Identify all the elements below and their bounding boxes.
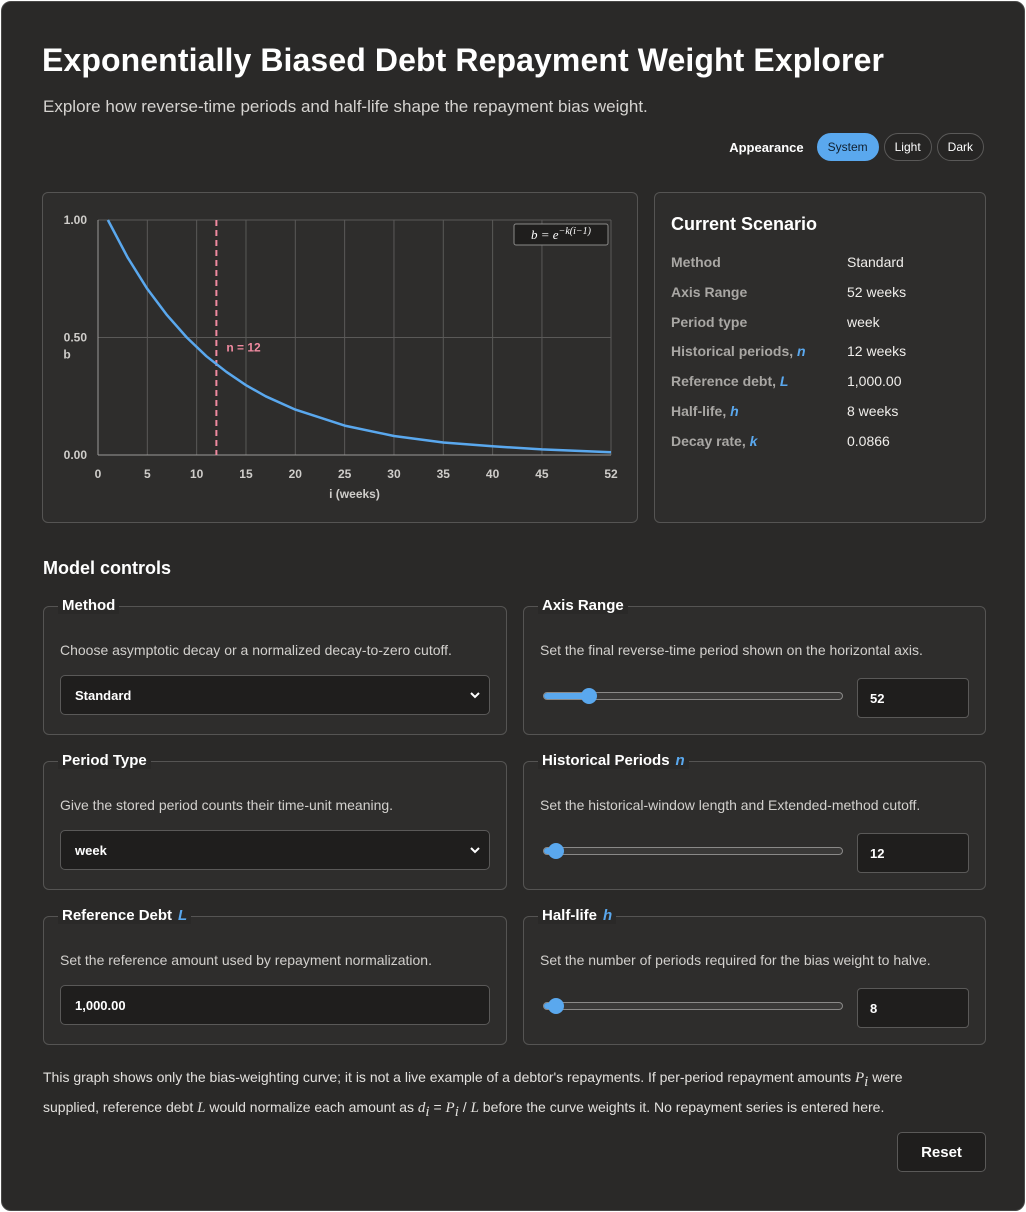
scenario-title: Current Scenario <box>671 214 818 234</box>
historical-periods-input[interactable]: 12 <box>857 833 969 873</box>
scenario-key: Decay rate, k <box>671 433 758 449</box>
footnote: This graph shows only the bias-weighting… <box>43 1069 903 1120</box>
appearance-light-button[interactable]: Light <box>883 133 932 161</box>
x-tick-label: 30 <box>387 467 401 481</box>
scenario-key: Reference debt, L <box>671 373 789 389</box>
x-tick-label: 45 <box>535 467 549 481</box>
scenario-symbol: L <box>776 373 789 389</box>
reference-debt-description: Set the reference amount used by repayme… <box>60 952 432 968</box>
scenario-key: Historical periods, n <box>671 343 806 359</box>
axis-range-slider[interactable] <box>543 688 843 704</box>
app-window: Exponentially Biased Debt Repayment Weig… <box>1 1 1025 1211</box>
half-life-control: Half-life h Set the number of periods req… <box>523 907 986 1045</box>
x-tick-label: 20 <box>289 467 303 481</box>
n-symbol: n <box>675 752 685 769</box>
page-subtitle: Explore how reverse-time periods and hal… <box>43 97 648 116</box>
y-axis-label: b <box>63 348 70 362</box>
x-tick-label: 40 <box>486 467 500 481</box>
scenario-value: 0.0866 <box>847 433 890 449</box>
y-tick-label: 0.50 <box>64 331 88 345</box>
appearance-label: Appearance <box>729 139 804 155</box>
axis-range-control: Axis Range Set the final reverse-time pe… <box>523 597 986 735</box>
scenario-value: Standard <box>847 254 904 270</box>
scenario-value: 8 weeks <box>847 403 899 419</box>
x-tick-label: 15 <box>239 467 253 481</box>
x-axis-label: i (weeks) <box>329 487 380 501</box>
method-control: Method Choose asymptotic decay or a norm… <box>43 597 507 735</box>
scenario-value: 12 weeks <box>847 343 907 359</box>
x-tick-label: 25 <box>338 467 352 481</box>
half-life-input[interactable]: 8 <box>857 988 969 1028</box>
scenario-value: 1,000.00 <box>847 373 902 389</box>
axis-range-input[interactable]: 52 <box>857 678 969 718</box>
scenario-value: week <box>847 314 880 330</box>
historical-periods-control: Historical Periods n Set the historical-w… <box>523 752 986 890</box>
x-tick-label: 5 <box>144 467 151 481</box>
historical-periods-description: Set the historical-window length and Ext… <box>540 797 921 813</box>
h-symbol: h <box>603 907 613 924</box>
scenario-symbol: k <box>745 433 758 449</box>
x-tick-label: 35 <box>437 467 451 481</box>
appearance-dark-button[interactable]: Dark <box>936 133 984 161</box>
x-tick-label: 10 <box>190 467 204 481</box>
x-tick-label: 52 <box>604 467 618 481</box>
scenario-panel: Current Scenario Method Standard Axis Rang… <box>654 192 986 523</box>
method-select[interactable]: Standard <box>60 675 490 715</box>
scenario-symbol: h <box>726 403 739 419</box>
appearance-system-button[interactable]: System <box>816 133 879 161</box>
half-life-legend: Half-life h <box>538 907 617 924</box>
chart-panel: 0 5 10 15 20 25 30 35 40 45 52 1.00 0.50 0.00 i (weeks… <box>42 192 638 523</box>
scenario-key: Method <box>671 254 721 270</box>
period-type-description: Give the stored period counts their time… <box>60 797 394 813</box>
y-tick-label: 0.00 <box>64 448 88 462</box>
x-tick-label: 0 <box>95 467 102 481</box>
slider-thumb[interactable] <box>580 688 597 704</box>
y-tick-label: 1.00 <box>64 213 88 227</box>
axis-range-legend: Axis Range <box>538 597 628 614</box>
scenario-key: Period type <box>671 314 748 330</box>
period-type-select-value: week <box>75 842 107 858</box>
chevron-down-icon <box>470 847 480 854</box>
scenario-symbol: n <box>793 343 806 359</box>
scenario-key: Axis Range <box>671 284 748 300</box>
chevron-down-icon <box>470 692 480 699</box>
l-symbol: L <box>178 907 188 924</box>
method-legend: Method <box>58 597 120 614</box>
bias-weight-chart: 0 5 10 15 20 25 30 35 40 45 52 1.00 0.50 0.00 i (weeks… <box>63 213 618 501</box>
axis-range-description: Set the final reverse-time period shown … <box>540 642 923 658</box>
half-life-description: Set the number of periods required for t… <box>540 952 931 968</box>
period-type-select[interactable]: week <box>60 830 490 870</box>
scenario-value: 52 weeks <box>847 284 907 300</box>
scenario-key: Half-life, h <box>671 403 739 419</box>
method-select-value: Standard <box>75 687 132 703</box>
slider-thumb[interactable] <box>547 843 564 859</box>
method-description: Choose asymptotic decay or a normalized … <box>60 642 452 658</box>
slider-thumb[interactable] <box>547 998 564 1014</box>
appearance-toggle: Appearance System Light Dark <box>729 133 984 161</box>
half-life-slider[interactable] <box>543 998 843 1014</box>
page-title: Exponentially Biased Debt Repayment Weig… <box>42 42 885 78</box>
historical-periods-legend: Historical Periods n <box>538 752 689 769</box>
marker-label: n = 12 <box>226 341 261 355</box>
period-type-control: Period Type Give the stored period count… <box>43 752 507 890</box>
reset-button[interactable]: Reset <box>897 1132 986 1172</box>
controls-section-title: Model controls <box>43 558 172 578</box>
historical-periods-slider[interactable] <box>543 843 843 859</box>
reference-debt-input[interactable]: 1,000.00 <box>60 985 490 1025</box>
reference-debt-control: Reference Debt L Set the reference amount… <box>43 907 507 1045</box>
period-type-legend: Period Type <box>58 752 151 769</box>
reference-debt-legend: Reference Debt L <box>58 907 192 924</box>
